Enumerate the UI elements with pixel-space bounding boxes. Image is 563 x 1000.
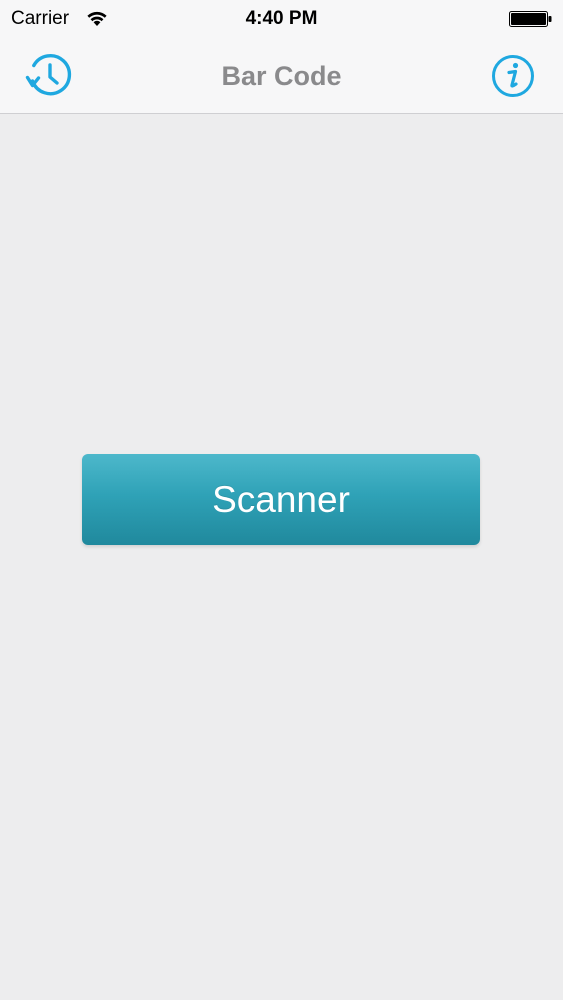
scanner-button[interactable]: Scanner bbox=[82, 454, 480, 545]
page-title: Bar Code bbox=[221, 61, 342, 91]
navigation-bar: Bar Code bbox=[0, 40, 563, 114]
app-screen: Carrier 4:40 PM Bar Code Scanner bbox=[0, 0, 563, 1000]
info-icon bbox=[492, 55, 534, 97]
info-button[interactable] bbox=[491, 54, 535, 98]
battery-icon bbox=[509, 11, 552, 27]
status-bar: Carrier 4:40 PM bbox=[0, 0, 563, 40]
status-time: 4:40 PM bbox=[245, 8, 318, 29]
